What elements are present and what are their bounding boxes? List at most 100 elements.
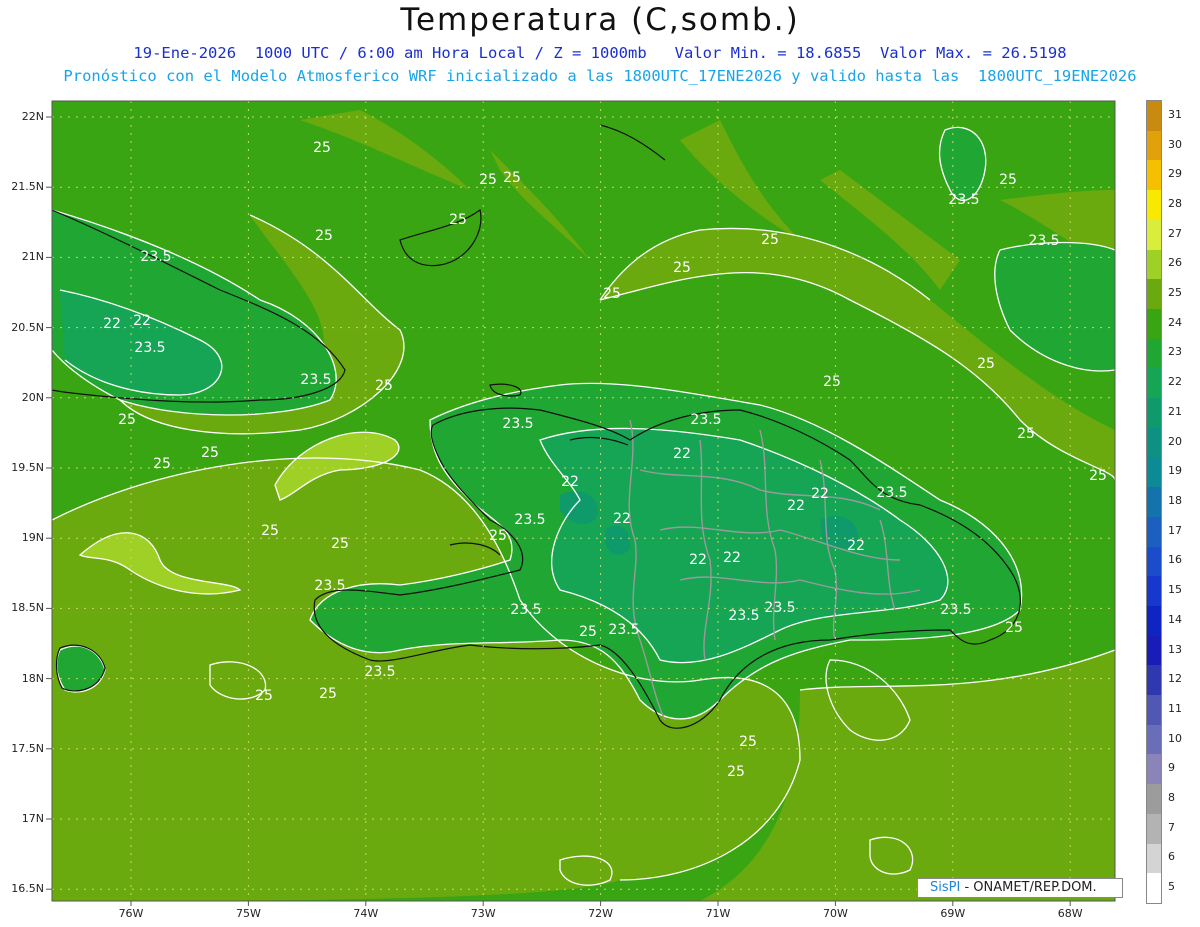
color-bar-segment <box>1147 160 1161 191</box>
color-bar-segment <box>1147 279 1161 310</box>
contour-label: 25 <box>319 686 337 702</box>
contour-label: 25 <box>823 374 841 390</box>
contour-label: 25 <box>727 764 745 780</box>
color-bar-segment <box>1147 130 1161 161</box>
contour-label: 23.5 <box>940 602 971 618</box>
lon-label: 69W <box>940 907 966 920</box>
credit-box: SisPI - ONAMET/REP.DOM. <box>917 878 1123 898</box>
color-bar-label: 31 <box>1168 107 1182 121</box>
color-bar-segment <box>1147 873 1161 904</box>
contour-label: 23.5 <box>690 412 721 428</box>
color-bar-segment <box>1147 665 1161 696</box>
color-bar-label: 18 <box>1168 494 1182 507</box>
color-bar-segment <box>1147 338 1161 369</box>
color-bar-label: 10 <box>1168 731 1182 745</box>
contour-label: 25 <box>479 172 497 188</box>
contour-label: 22 <box>811 486 829 502</box>
temperature-map: 25 25 25 25 25 25 25 25 25 25 25 25 25 25 25 25 25 25 25 25… <box>46 100 1116 906</box>
contour-label: 23.5 <box>314 578 345 594</box>
contour-label: 22 <box>847 538 865 554</box>
contour-label: 22 <box>689 552 707 568</box>
contour-label: 22 <box>561 474 579 490</box>
contour-label: 22 <box>673 446 691 462</box>
contour-label: 23.5 <box>948 192 979 208</box>
contour-label: 25 <box>261 523 279 539</box>
color-bar-segment <box>1147 695 1161 726</box>
color-bar-label: 13 <box>1168 642 1182 656</box>
lon-label: 73W <box>470 907 496 920</box>
contour-label: 22 <box>133 313 151 329</box>
color-bar-label: 27 <box>1168 226 1182 240</box>
contour-label: 23.5 <box>764 600 795 616</box>
contour-label: 22 <box>723 550 741 566</box>
contour-label: 23.5 <box>300 372 331 388</box>
color-bar-segment <box>1147 546 1161 577</box>
lat-label: 20.5N <box>11 320 44 334</box>
color-bar-segment <box>1147 219 1161 251</box>
contour-label: 25 <box>375 378 393 394</box>
contour-label: 23.5 <box>728 608 759 624</box>
color-bar-segment <box>1147 784 1161 815</box>
credit-org: - ONAMET/REP.DOM. <box>960 880 1097 895</box>
color-bar-label: 16 <box>1168 553 1182 567</box>
color-bar-label: 7 <box>1168 820 1175 834</box>
contour-label: 25 <box>489 528 507 544</box>
contour-label: 22 <box>787 498 805 514</box>
lon-label: 68W <box>1057 907 1083 920</box>
contour-label: 25 <box>315 228 333 244</box>
lat-label: 19.5N <box>11 461 44 474</box>
color-bar-segment <box>1147 398 1161 429</box>
color-bar-label: 12 <box>1168 672 1182 686</box>
contour-label: 25 <box>579 624 597 640</box>
color-bar-label: 9 <box>1168 761 1175 775</box>
color-bar-segment <box>1147 605 1161 637</box>
contour-label: 25 <box>977 356 995 372</box>
color-bar-label: 8 <box>1168 791 1175 805</box>
contour-label: 23.5 <box>364 664 395 680</box>
lat-label: 16.5N <box>11 882 44 896</box>
lat-label: 22N <box>21 110 44 123</box>
color-bar-label: 25 <box>1168 286 1182 300</box>
contour-label: 23.5 <box>514 512 545 528</box>
contour-label: 25 <box>503 170 521 186</box>
color-bar-segment <box>1147 101 1161 132</box>
color-bar-label: 23 <box>1168 345 1182 359</box>
contour-label: 25 <box>603 286 621 302</box>
color-bar-label: 6 <box>1168 850 1175 864</box>
contour-label: 25 <box>153 456 171 472</box>
contour-label: 25 <box>673 260 691 276</box>
credit-brand: SisPI <box>930 880 961 895</box>
color-bar-segment <box>1147 249 1161 280</box>
color-bar-segment <box>1147 516 1161 548</box>
lon-label: 76W <box>118 907 144 920</box>
color-bar-label: 22 <box>1168 375 1182 389</box>
contour-label: 23.5 <box>876 485 907 501</box>
lon-label: 70W <box>822 907 848 920</box>
color-bar-label: 30 <box>1168 137 1182 151</box>
lat-label: 21.5N <box>11 180 44 194</box>
lat-label: 18N <box>21 671 44 685</box>
lat-label: 18.5N <box>11 601 44 615</box>
lat-label: 17.5N <box>11 741 44 755</box>
contour-label: 25 <box>255 688 273 704</box>
contour-label: 23.5 <box>502 416 533 432</box>
color-bar-segment <box>1147 487 1161 518</box>
color-bar-label: 5 <box>1168 880 1175 894</box>
color-bar-label: 28 <box>1168 196 1182 210</box>
lon-label: 74W <box>353 907 379 920</box>
color-bar-segment <box>1147 635 1161 666</box>
color-bar-segment <box>1147 368 1161 399</box>
color-bar-segment <box>1147 843 1161 874</box>
lat-label: 21N <box>21 250 44 264</box>
color-bar-label: 24 <box>1168 315 1182 329</box>
color-bar <box>1146 100 1162 904</box>
color-bar-label: 29 <box>1168 167 1182 181</box>
color-bar-label: 14 <box>1168 612 1182 626</box>
contour-label: 25 <box>118 412 136 428</box>
contour-label: 25 <box>1089 468 1107 484</box>
contour-label: 25 <box>761 232 779 248</box>
contour-label: 25 <box>201 445 219 461</box>
color-bar-segment <box>1147 308 1161 340</box>
lon-label: 75W <box>235 907 261 920</box>
contour-label: 23.5 <box>140 249 171 265</box>
